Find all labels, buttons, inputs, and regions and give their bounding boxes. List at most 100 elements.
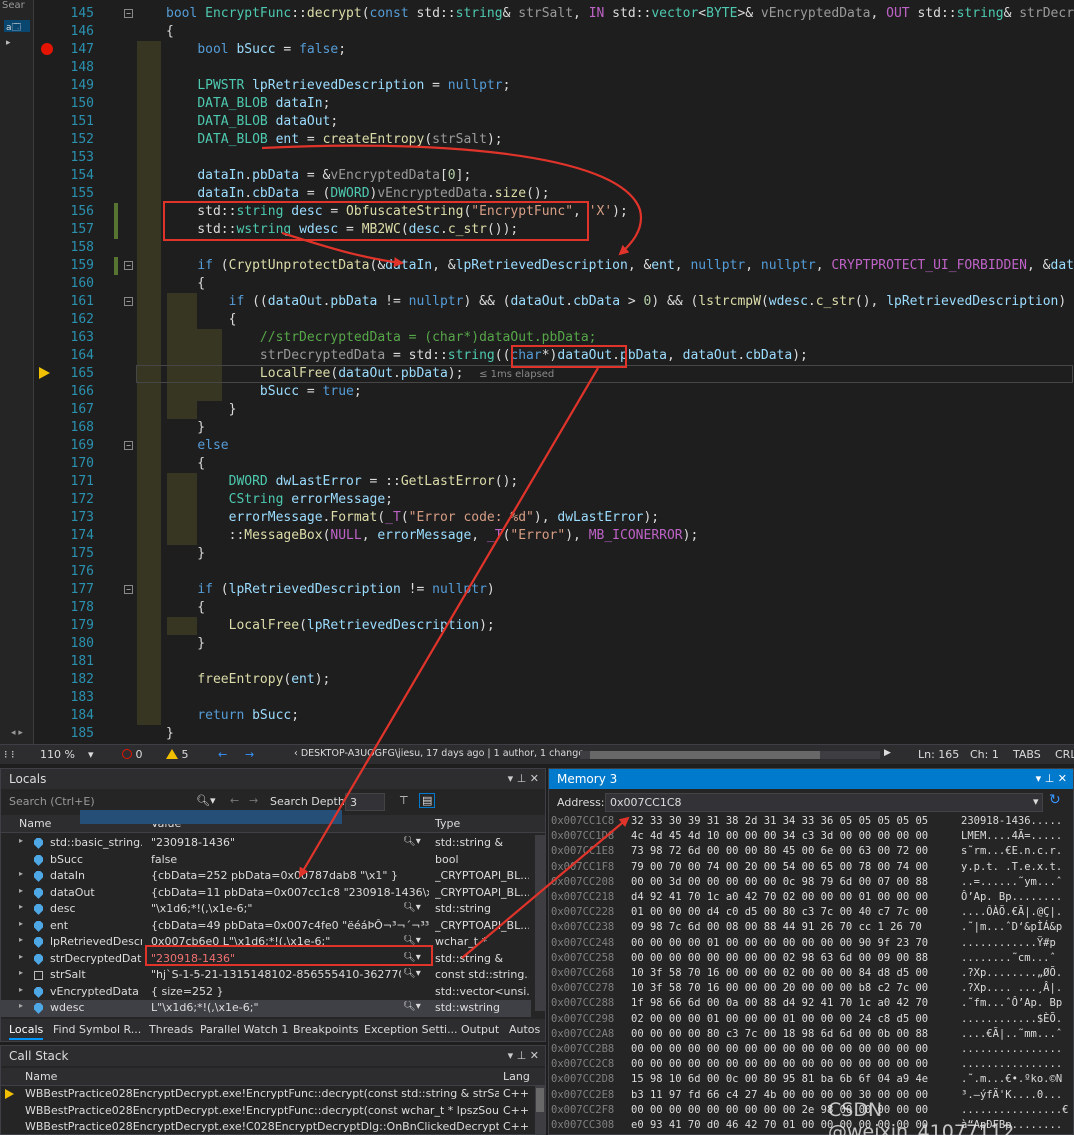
memory-row[interactable]: 0x007CC2C8 00 00 00 00 00 00 00 00 00 00 …: [549, 1058, 1074, 1073]
memory-title-bar[interactable]: Memory 3 ▾ ⊥ ✕: [549, 769, 1073, 789]
code-line[interactable]: 159− if (CryptUnprotectData(&dataIn, &lp…: [62, 257, 1074, 275]
locals-row[interactable]: ▸ wdesc L"\x1d6;*!(,\x1e-6;" 🔍︎▾ std::wstrin…: [1, 1000, 531, 1017]
memory-row[interactable]: 0x007CC2D8 15 98 10 6d 00 0c 00 80 95 81 …: [549, 1073, 1074, 1088]
code-line[interactable]: 158: [62, 239, 1074, 257]
memory-address[interactable]: 0x007CC308: [551, 1119, 614, 1131]
locals-row[interactable]: ▸ strSalt "hj`S-1-5-21-1315148102-85655541…: [1, 967, 531, 984]
memory-ascii[interactable]: ................: [961, 1058, 1062, 1070]
variable-value[interactable]: "230918-1436": [151, 952, 401, 965]
visualizer-icon[interactable]: 🔍︎▾: [403, 836, 421, 847]
memory-bytes[interactable]: 09 98 7c 6d 00 08 00 88 44 91 26 70 cc 1…: [631, 921, 922, 933]
col-indicator[interactable]: Ch: 1: [970, 748, 999, 761]
search-back-icon[interactable]: ←: [230, 794, 239, 807]
perf-tip[interactable]: ≤ 1ms elapsed: [479, 369, 554, 380]
memory-ascii[interactable]: y.p.t. .T.e.x.t.: [961, 861, 1062, 873]
memory-ascii[interactable]: ..=......˜ym...ˆ: [961, 876, 1062, 888]
memory-ascii[interactable]: ............Ÿ#p: [961, 937, 1056, 949]
code-text[interactable]: {: [166, 275, 205, 293]
variable-value[interactable]: "230918-1436": [151, 836, 401, 849]
locals-grid[interactable]: ▸ std::basic_string... "230918-1436" 🔍︎▾ std…: [1, 835, 531, 1017]
memory-row[interactable]: 0x007CC298 02 00 00 00 01 00 00 00 01 00 …: [549, 1013, 1074, 1028]
tabs-indicator[interactable]: TABS: [1013, 748, 1041, 761]
code-text[interactable]: DATA_BLOB ent = createEntropy(strSalt);: [166, 131, 502, 149]
error-icon[interactable]: [122, 749, 132, 759]
view-toggle-icon[interactable]: ▤: [419, 793, 436, 808]
memory-row[interactable]: 0x007CC1E8 73 98 72 6d 00 00 00 80 45 00 …: [549, 845, 1074, 860]
fold-toggle-icon[interactable]: −: [124, 9, 133, 18]
refresh-icon[interactable]: ↻: [1049, 792, 1061, 808]
memory-address[interactable]: 0x007CC2C8: [551, 1058, 614, 1070]
line-indicator[interactable]: Ln: 165: [918, 748, 959, 761]
memory-address[interactable]: 0x007CC228: [551, 906, 614, 918]
memory-ascii[interactable]: ............$ÈÕ.: [961, 1013, 1062, 1025]
locals-row[interactable]: ▸ desc "\x1d6;*!(,\x1e-6;" 🔍︎▾ std::string: [1, 901, 531, 918]
debug-tab[interactable]: Threads: [149, 1023, 193, 1036]
memory-row[interactable]: 0x007CC1F8 79 00 70 00 74 00 20 00 54 00 …: [549, 861, 1074, 876]
locals-search-input[interactable]: Search (Ctrl+E): [5, 793, 221, 811]
search-depth-select[interactable]: 3: [345, 793, 385, 811]
variable-value[interactable]: L"\x1d6;*!(,\x1e-6;": [151, 1001, 401, 1014]
debug-tab[interactable]: Output: [461, 1023, 499, 1036]
expand-icon[interactable]: ▸: [19, 935, 23, 944]
code-text[interactable]: bool bSucc = false;: [166, 41, 346, 59]
code-text[interactable]: LPWSTR lpRetrievedDescription = nullptr;: [166, 77, 510, 95]
memory-row[interactable]: 0x007CC288 1f 98 66 6d 00 0a 00 88 d4 92 …: [549, 997, 1074, 1012]
memory-address[interactable]: 0x007CC1F8: [551, 861, 614, 873]
memory-bytes[interactable]: d4 92 41 70 1c a0 42 70 02 00 00 00 01 0…: [631, 891, 928, 903]
memory-bytes[interactable]: 02 00 00 00 01 00 00 00 01 00 00 00 24 c…: [631, 1013, 928, 1025]
memory-row[interactable]: 0x007CC1C8 32 33 30 39 31 38 2d 31 34 33 …: [549, 815, 1074, 830]
memory-bytes[interactable]: 32 33 30 39 31 38 2d 31 34 33 36 05 05 0…: [631, 815, 928, 827]
horizontal-scroll-thumb[interactable]: [590, 751, 820, 759]
locals-row[interactable]: ▸ dataIn {cbData=252 pbData=0x00787dab8 "\…: [1, 868, 531, 885]
breakpoint-icon[interactable]: [41, 43, 53, 55]
code-line[interactable]: 147 bool bSucc = false;: [62, 41, 1074, 59]
code-text[interactable]: LocalFree(lpRetrievedDescription);: [166, 617, 495, 635]
code-text[interactable]: CString errorMessage;: [166, 491, 393, 509]
code-line[interactable]: 174 ::MessageBox(NULL, errorMessage, _T(…: [62, 527, 1074, 545]
code-line[interactable]: 177 − if (lpRetrievedDescription != nullp…: [62, 581, 1074, 599]
memory-row[interactable]: 0x007CC208 00 00 3d 00 00 00 00 00 0c 98 …: [549, 876, 1074, 891]
memory-address[interactable]: 0x007CC258: [551, 952, 614, 964]
panel-controls[interactable]: ▾ ⊥ ✕: [1036, 772, 1067, 785]
memory-grid[interactable]: 0x007CC1C8 32 33 30 39 31 38 2d 31 34 33 …: [549, 815, 1074, 1135]
locals-scrollbar[interactable]: [535, 835, 545, 1011]
fold-toggle-icon[interactable]: −: [124, 585, 133, 594]
fold-toggle-icon[interactable]: −: [124, 441, 133, 450]
memory-row[interactable]: 0x007CC228 01 00 00 00 d4 c0 d5 00 80 c3 …: [549, 906, 1074, 921]
code-text[interactable]: if ((dataOut.pbData != nullptr) && (data…: [166, 293, 1074, 311]
code-line[interactable]: 179 LocalFree(lpRetrievedDescription);: [62, 617, 1074, 635]
variable-value[interactable]: { size=252 }: [151, 985, 429, 998]
code-text[interactable]: {: [166, 23, 174, 41]
git-annotation[interactable]: ‹ DESKTOP-A3UOGFG\jiesu, 17 days ago | 1…: [294, 748, 584, 759]
memory-row[interactable]: 0x007CC1D8 4c 4d 45 4d 10 00 00 00 34 c3 …: [549, 830, 1074, 845]
memory-ascii[interactable]: Ô’Ap. Bp........: [961, 891, 1062, 903]
memory-bytes[interactable]: 00 00 00 00 80 c3 7c 00 18 98 6d 6d 00 0…: [631, 1028, 928, 1040]
memory-row[interactable]: 0x007CC268 10 3f 58 70 16 00 00 00 02 00 …: [549, 967, 1074, 982]
code-text[interactable]: bool EncryptFunc::decrypt(const std::str…: [166, 5, 1074, 23]
memory-ascii[interactable]: ........˜cm...ˆ: [961, 952, 1056, 964]
zoom-dropdown-icon[interactable]: ▾: [88, 748, 94, 761]
locals-title-bar[interactable]: Locals ▾ ⊥ ✕: [1, 769, 545, 789]
locals-row[interactable]: ▸ ent {cbData=49 pbData=0x007c4fe0 "ëéáÞÔ¬…: [1, 918, 531, 935]
code-text[interactable]: }: [166, 635, 205, 653]
memory-address[interactable]: 0x007CC218: [551, 891, 614, 903]
visualizer-icon[interactable]: 🔍︎▾: [403, 968, 421, 979]
code-text[interactable]: if (lpRetrievedDescription != nullptr): [166, 581, 494, 599]
code-text[interactable]: DWORD dwLastError = ::GetLastError();: [166, 473, 519, 491]
memory-bytes[interactable]: 00 00 00 00 00 00 00 00 00 00 00 00 00 0…: [631, 1058, 928, 1070]
callstack-frame[interactable]: WBBestPractice028EncryptDecrypt.exe!C028…: [1, 1119, 533, 1135]
memory-bytes[interactable]: 4c 4d 45 4d 10 00 00 00 34 c3 3d 00 00 0…: [631, 830, 928, 842]
memory-address[interactable]: 0x007CC1E8: [551, 845, 614, 857]
visualizer-icon[interactable]: 🔍︎▾: [403, 1001, 421, 1012]
solution-search[interactable]: Sear: [2, 0, 32, 14]
memory-address[interactable]: 0x007CC268: [551, 967, 614, 979]
expand-icon[interactable]: ▸: [19, 919, 23, 928]
fold-toggle-icon[interactable]: −: [124, 297, 133, 306]
code-line[interactable]: 173 errorMessage.Format(_T("Error code: …: [62, 509, 1074, 527]
callstack-frame[interactable]: WBBestPractice028EncryptDecrypt.exe!Encr…: [1, 1086, 533, 1103]
code-line[interactable]: 183: [62, 689, 1074, 707]
panel-controls[interactable]: ▾ ⊥ ✕: [508, 1049, 539, 1062]
memory-bytes[interactable]: 10 3f 58 70 16 00 00 00 20 00 00 00 b8 c…: [631, 982, 928, 994]
memory-bytes[interactable]: 10 3f 58 70 16 00 00 00 02 00 00 00 84 d…: [631, 967, 928, 979]
code-line[interactable]: 150 DATA_BLOB dataIn;: [62, 95, 1074, 113]
